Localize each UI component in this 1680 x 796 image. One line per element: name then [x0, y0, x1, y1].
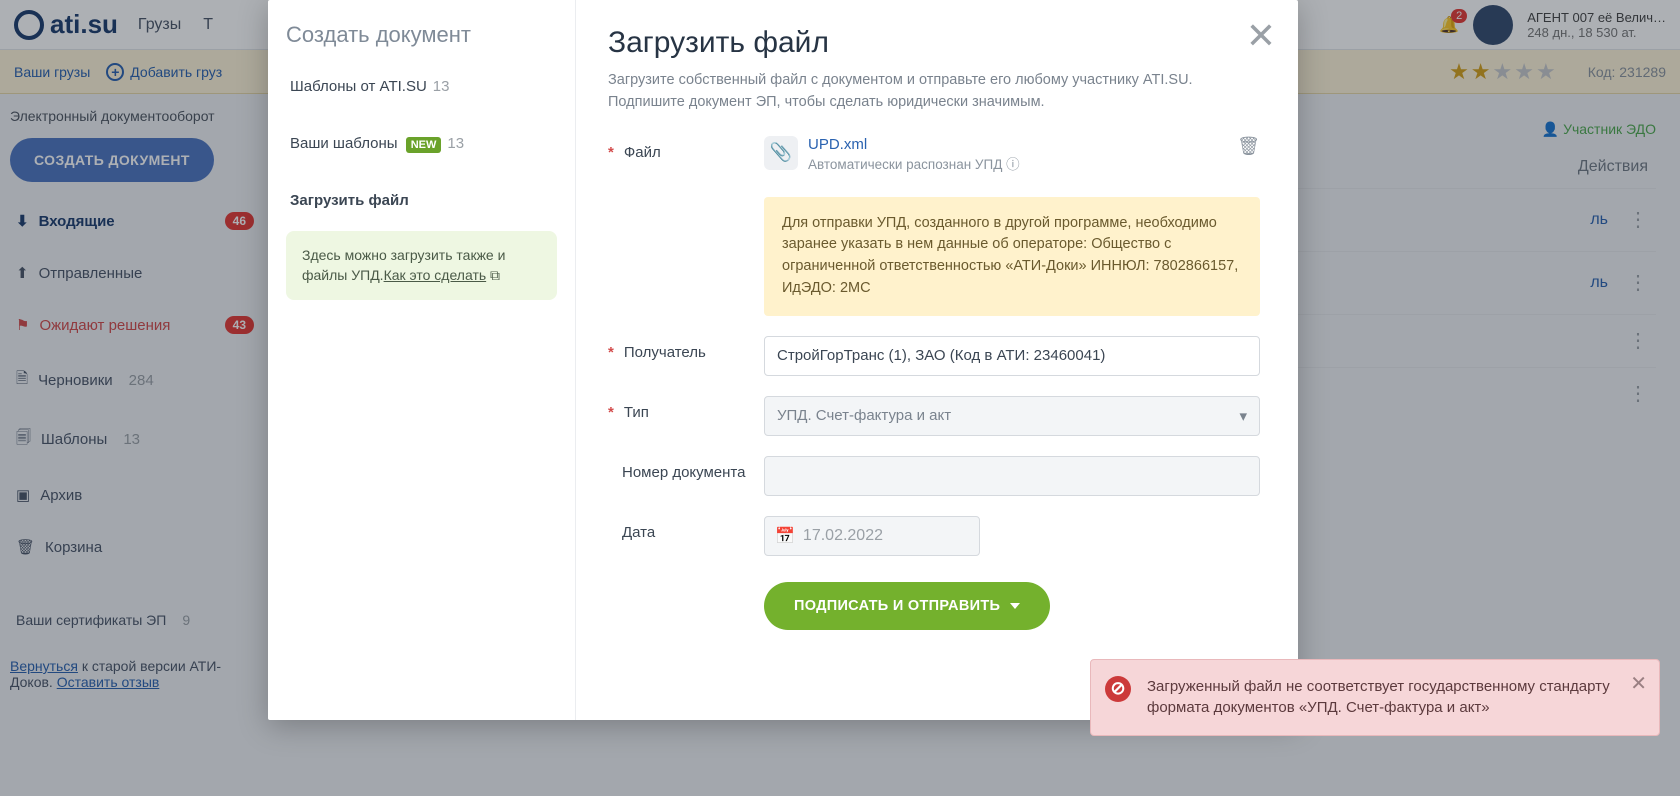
modal-sidebar: Создать документ Шаблоны от ATI.SU13 Ваш… — [268, 0, 576, 720]
file-name[interactable]: UPD.xml — [808, 136, 1020, 153]
modal-subtitle: Загрузите собственный файл с документом … — [608, 70, 1260, 114]
label-date: Дата — [622, 524, 655, 541]
modal-title: Загрузить файл — [608, 26, 1260, 60]
date-input[interactable]: 📅17.02.2022 — [764, 516, 980, 556]
file-desc: Автоматически распознан УПД ⓘ — [808, 153, 1020, 173]
help-icon[interactable]: ⓘ — [1006, 157, 1020, 172]
upload-modal: Создать документ Шаблоны от ATI.SU13 Ваш… — [268, 0, 1298, 720]
hint-link[interactable]: Как это сделать — [384, 267, 487, 283]
external-icon: ⧉ — [490, 267, 500, 283]
docnum-input[interactable] — [764, 456, 1260, 496]
modal-body: ✕ Загрузить файл Загрузите собственный ф… — [576, 0, 1298, 720]
type-select[interactable]: УПД. Счет-фактура и акт▾ — [764, 396, 1260, 436]
modal-nav-upload[interactable]: Загрузить файл — [286, 184, 557, 217]
hint-box: Здесь можно загрузить также и файлы УПД.… — [286, 231, 557, 300]
new-badge: NEW — [406, 137, 442, 153]
paperclip-icon: 📎 — [764, 136, 798, 170]
caret-down-icon — [1010, 603, 1020, 609]
modal-nav-ati-templates[interactable]: Шаблоны от ATI.SU13 — [286, 70, 557, 103]
chevron-down-icon: ▾ — [1239, 407, 1247, 425]
close-icon[interactable]: ✕ — [1246, 18, 1276, 54]
modal-nav-your-templates[interactable]: Ваши шаблоны NEW13 — [286, 127, 557, 160]
delete-file-icon[interactable]: 🗑 — [1237, 136, 1260, 157]
warning-box: Для отправки УПД, созданного в другой пр… — [764, 197, 1260, 316]
toast-close-icon[interactable]: ✕ — [1630, 670, 1647, 699]
error-icon: ⊘ — [1105, 676, 1131, 702]
label-file: Файл — [624, 144, 661, 161]
recipient-input[interactable] — [764, 336, 1260, 376]
modal-left-title: Создать документ — [286, 22, 557, 48]
label-docnum: Номер документа — [622, 464, 745, 481]
file-card: 📎 UPD.xml Автоматически распознан УПД ⓘ … — [764, 136, 1260, 173]
sign-send-button[interactable]: ПОДПИСАТЬ И ОТПРАВИТЬ — [764, 582, 1050, 630]
error-toast: ⊘ Загруженный файл не соответствует госу… — [1090, 659, 1660, 737]
label-type: Тип — [624, 404, 649, 421]
calendar-icon: 📅 — [775, 526, 795, 546]
label-recipient: Получатель — [624, 344, 706, 361]
toast-text: Загруженный файл не соответствует госуда… — [1147, 678, 1610, 717]
